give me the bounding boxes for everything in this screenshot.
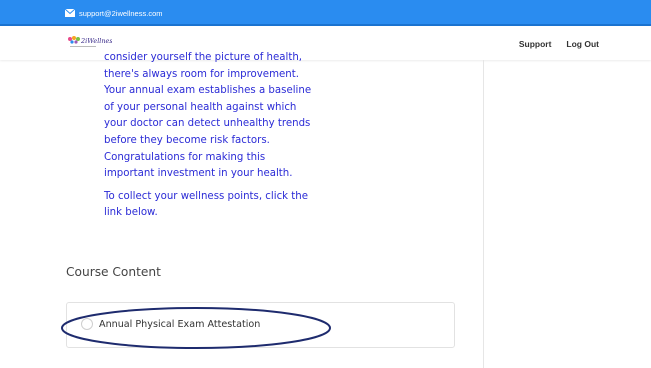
paragraph-line: important investment in your health.: [104, 168, 293, 180]
mail-icon: [65, 9, 75, 17]
nav-support[interactable]: Support: [519, 39, 552, 49]
paragraph-line: consider yourself the picture of health,: [104, 52, 303, 63]
top-nav: Support Log Out: [519, 39, 599, 49]
paragraph-line: Your annual exam establishes a baseline: [104, 85, 312, 97]
support-email[interactable]: support@2iwellness.com: [79, 9, 162, 18]
paragraph-line: of your personal health against which: [104, 101, 297, 113]
support-email-link[interactable]: support@2iwellness.com: [65, 7, 162, 19]
logo-text: 2iWellness: [80, 37, 112, 45]
course-content-heading: Course Content: [66, 265, 161, 279]
site-header: 2iWellness Support Log Out: [0, 26, 651, 60]
top-bar: support@2iwellness.com: [0, 0, 651, 26]
paragraph-line: there's always room for improvement.: [104, 68, 299, 80]
cta-line: link below.: [104, 207, 158, 219]
highlight-ellipse: [61, 307, 331, 349]
nav-log-out[interactable]: Log Out: [566, 39, 599, 49]
sidebar-divider: [483, 60, 484, 368]
paragraph-line: Congratulations for making this: [104, 151, 266, 163]
cta-line: To collect your wellness points, click t…: [104, 190, 309, 202]
logo[interactable]: 2iWellness: [66, 35, 112, 49]
paragraph-line: your doctor can detect unhealthy trends: [104, 118, 311, 130]
lesson-description: consider yourself the picture of health,…: [104, 50, 314, 222]
paragraph-line: before they become risk factors.: [104, 134, 270, 146]
